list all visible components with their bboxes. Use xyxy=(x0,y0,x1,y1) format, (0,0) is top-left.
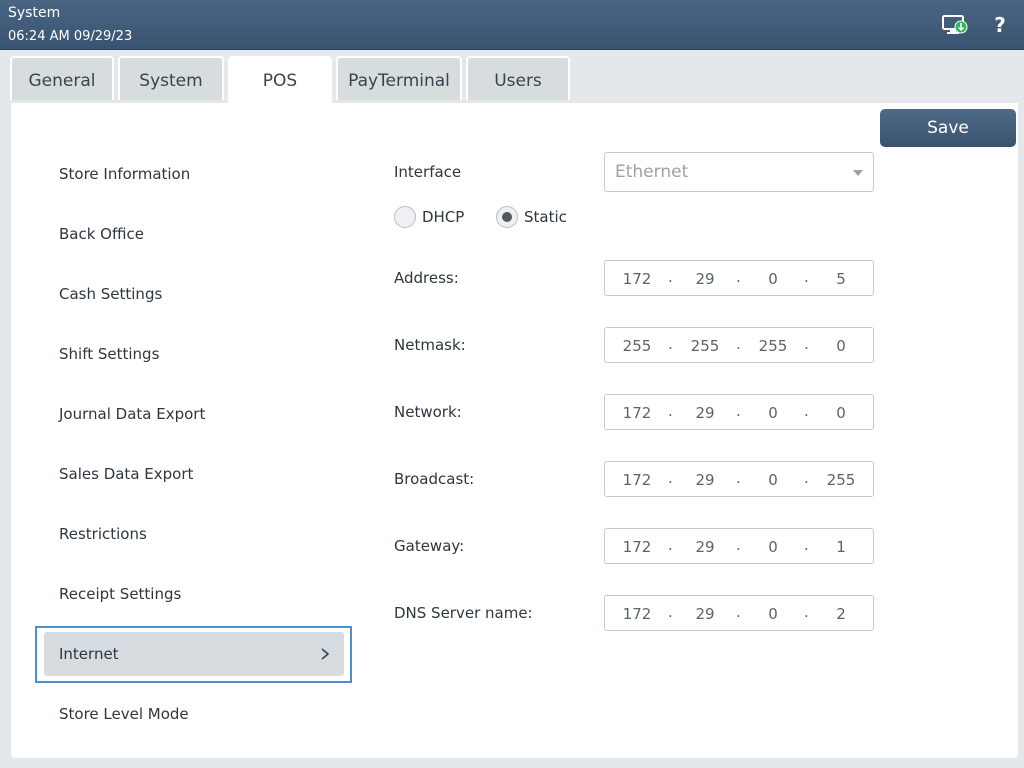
menu-item-shift-settings[interactable]: Shift Settings xyxy=(59,345,159,363)
static-label: Static xyxy=(524,208,567,226)
ip-separator: . xyxy=(804,603,809,621)
save-button[interactable]: Save xyxy=(880,109,1016,147)
ip-octet[interactable]: 172 xyxy=(613,605,661,623)
ip-octet[interactable]: 172 xyxy=(613,270,661,288)
window-title: System xyxy=(8,5,61,21)
netmask-field[interactable]: 255 . 255 . 255 . 0 xyxy=(604,327,874,363)
tab-users[interactable]: Users xyxy=(466,56,570,100)
ip-separator: . xyxy=(736,402,741,420)
ip-octet[interactable]: 29 xyxy=(681,404,729,422)
dns-server-field[interactable]: 172 . 29 . 0 . 2 xyxy=(604,595,874,631)
ip-octet[interactable]: 255 xyxy=(749,337,797,355)
address-label: Address: xyxy=(394,269,459,287)
tab-payterminal[interactable]: PayTerminal xyxy=(336,56,462,100)
ip-octet[interactable]: 172 xyxy=(613,538,661,556)
ip-separator: . xyxy=(804,536,809,554)
ip-separator: . xyxy=(736,469,741,487)
ip-octet[interactable]: 5 xyxy=(817,270,865,288)
ip-octet[interactable]: 29 xyxy=(681,270,729,288)
ip-octet[interactable]: 255 xyxy=(681,337,729,355)
ip-separator: . xyxy=(736,536,741,554)
netmask-label: Netmask: xyxy=(394,336,466,354)
ip-octet[interactable]: 29 xyxy=(681,538,729,556)
menu-item-internet[interactable]: Internet xyxy=(44,632,344,676)
monitor-status-icon[interactable] xyxy=(942,14,968,36)
menu-item-store-information[interactable]: Store Information xyxy=(59,165,190,183)
ip-separator: . xyxy=(804,268,809,286)
tab-general[interactable]: General xyxy=(10,56,114,100)
ip-octet[interactable]: 0 xyxy=(817,404,865,422)
ip-octet[interactable]: 0 xyxy=(749,404,797,422)
ip-octet[interactable]: 0 xyxy=(749,471,797,489)
dns-server-label: DNS Server name: xyxy=(394,604,533,622)
interface-select[interactable]: Ethernet xyxy=(604,152,874,192)
menu-item-internet-label: Internet xyxy=(59,645,119,663)
tab-pos[interactable]: POS xyxy=(228,56,332,104)
ip-octet[interactable]: 29 xyxy=(681,471,729,489)
chevron-right-icon xyxy=(321,648,330,660)
menu-item-journal-data-export[interactable]: Journal Data Export xyxy=(59,405,205,423)
gateway-field[interactable]: 172 . 29 . 0 . 1 xyxy=(604,528,874,564)
ip-octet[interactable]: 1 xyxy=(817,538,865,556)
top-bar: System 06:24 AM 09/29/23 ? xyxy=(0,0,1024,50)
radio-selected-dot xyxy=(502,212,512,222)
ip-octet[interactable]: 172 xyxy=(613,471,661,489)
menu-item-cash-settings[interactable]: Cash Settings xyxy=(59,285,162,303)
ip-separator: . xyxy=(804,335,809,353)
broadcast-label: Broadcast: xyxy=(394,470,475,488)
network-field[interactable]: 172 . 29 . 0 . 0 xyxy=(604,394,874,430)
ip-separator: . xyxy=(668,268,673,286)
address-field[interactable]: 172 . 29 . 0 . 5 xyxy=(604,260,874,296)
ip-octet[interactable]: 0 xyxy=(749,270,797,288)
menu-item-restrictions[interactable]: Restrictions xyxy=(59,525,147,543)
ip-separator: . xyxy=(668,536,673,554)
help-icon[interactable]: ? xyxy=(990,12,1010,38)
ip-separator: . xyxy=(668,402,673,420)
menu-item-sales-data-export[interactable]: Sales Data Export xyxy=(59,465,193,483)
ip-separator: . xyxy=(668,469,673,487)
ip-octet[interactable]: 0 xyxy=(749,605,797,623)
static-radio[interactable] xyxy=(496,206,518,228)
ip-separator: . xyxy=(804,469,809,487)
ip-octet[interactable]: 172 xyxy=(613,404,661,422)
ip-separator: . xyxy=(804,402,809,420)
menu-item-receipt-settings[interactable]: Receipt Settings xyxy=(59,585,181,603)
dhcp-label: DHCP xyxy=(422,208,465,226)
ip-octet[interactable]: 2 xyxy=(817,605,865,623)
ip-octet[interactable]: 255 xyxy=(817,471,865,489)
dhcp-radio[interactable] xyxy=(394,206,416,228)
menu-item-back-office[interactable]: Back Office xyxy=(59,225,144,243)
menu-item-store-level-mode[interactable]: Store Level Mode xyxy=(59,705,189,723)
ip-separator: . xyxy=(668,335,673,353)
ip-octet[interactable]: 29 xyxy=(681,605,729,623)
ip-separator: . xyxy=(668,603,673,621)
broadcast-field[interactable]: 172 . 29 . 0 . 255 xyxy=(604,461,874,497)
interface-label: Interface xyxy=(394,163,462,181)
ip-octet[interactable]: 255 xyxy=(613,337,661,355)
tab-system[interactable]: System xyxy=(118,56,224,100)
ip-separator: . xyxy=(736,335,741,353)
ip-separator: . xyxy=(736,268,741,286)
network-label: Network: xyxy=(394,403,462,421)
datetime: 06:24 AM 09/29/23 xyxy=(8,29,133,44)
ip-octet[interactable]: 0 xyxy=(749,538,797,556)
chevron-down-icon xyxy=(853,170,863,176)
ip-octet[interactable]: 0 xyxy=(817,337,865,355)
interface-value: Ethernet xyxy=(615,162,689,182)
gateway-label: Gateway: xyxy=(394,537,465,555)
ip-separator: . xyxy=(736,603,741,621)
